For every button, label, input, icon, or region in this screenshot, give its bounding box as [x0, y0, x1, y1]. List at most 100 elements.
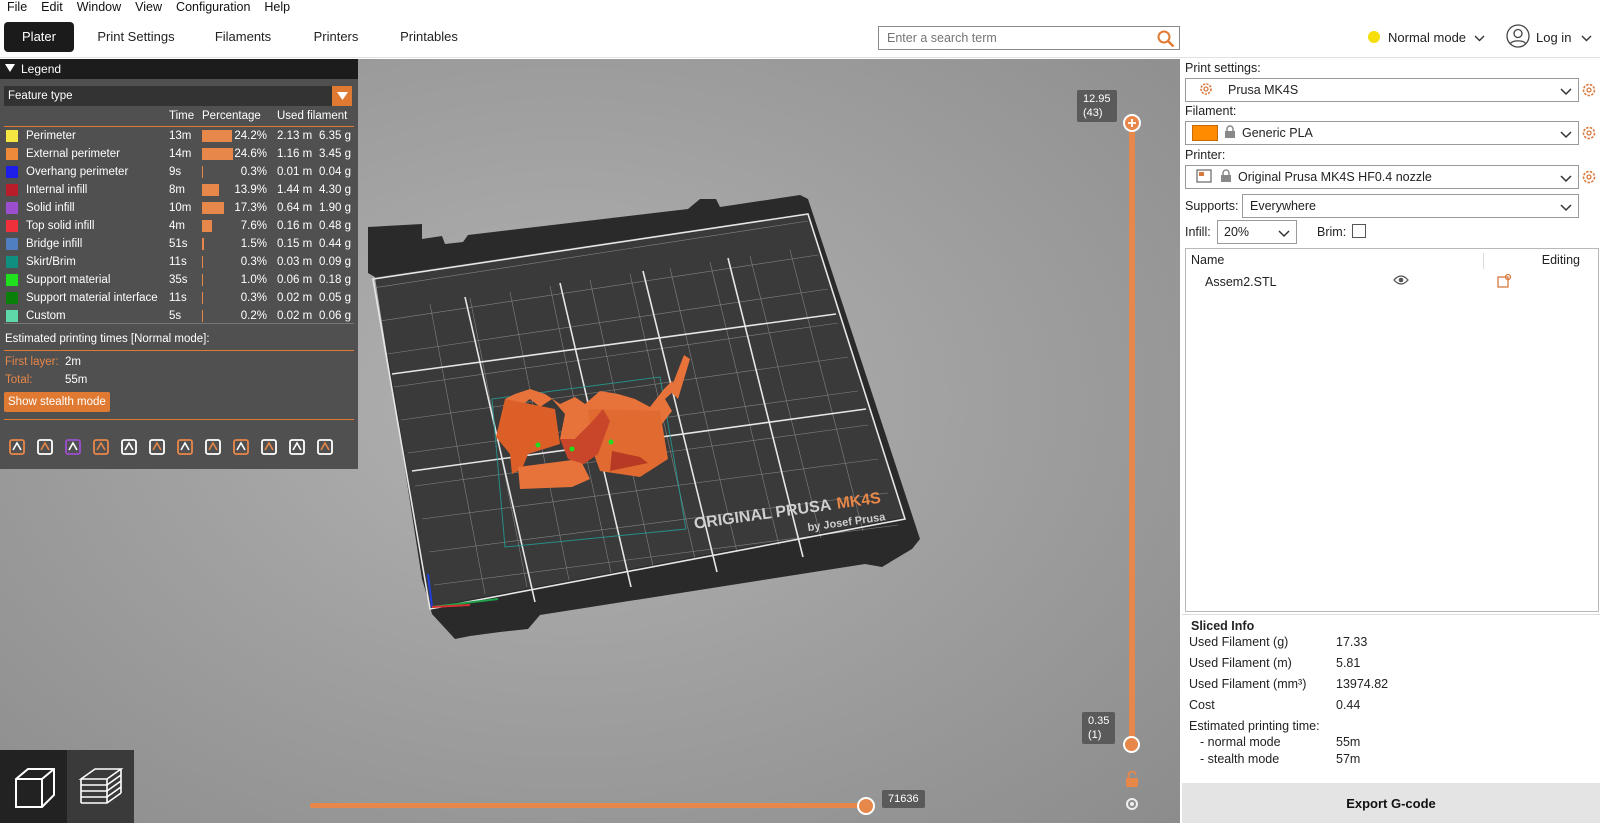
search-input[interactable]: [887, 31, 1147, 45]
legend-row[interactable]: External perimeter 14m 24.6% 1.16 m 3.45 g: [0, 146, 358, 164]
filament-label: Filament:: [1185, 104, 1237, 118]
tool-marker-icon[interactable]: [314, 436, 336, 458]
menu-configuration[interactable]: Configuration: [169, 0, 257, 15]
legend-percentage-bar: [202, 292, 203, 304]
legend-feature-name: Top solid infill: [26, 220, 95, 232]
total-value: 55m: [65, 374, 88, 386]
collapse-triangle-icon: [5, 62, 15, 76]
gear-icon[interactable]: [1581, 82, 1597, 98]
tab-printers[interactable]: Printers: [306, 22, 366, 52]
menu-file[interactable]: File: [0, 0, 34, 15]
mode-selector[interactable]: Normal mode: [1368, 24, 1485, 50]
tab-printables[interactable]: Printables: [394, 22, 464, 52]
legend-used-meters: 0.02 m: [277, 310, 313, 322]
pause-icon[interactable]: [146, 436, 168, 458]
divider: [4, 126, 354, 127]
legend-used-meters: 0.06 m: [277, 274, 313, 286]
filament-value: Generic PLA: [1242, 126, 1313, 140]
legend-percentage: 13.9%: [234, 184, 267, 196]
show-stealth-mode-button[interactable]: Show stealth mode: [4, 392, 110, 412]
chevron-down-icon: [1474, 30, 1485, 45]
search-box[interactable]: [878, 26, 1180, 50]
legend-feature-name: Perimeter: [26, 130, 76, 142]
supports-combo[interactable]: Everywhere: [1242, 194, 1579, 218]
stealth-mode-label: - stealth mode: [1200, 752, 1280, 766]
view-mode-buttons: [0, 750, 134, 823]
legend-row[interactable]: Support material interface 11s 0.3% 0.02 m 0…: [0, 290, 358, 308]
3d-view-icon[interactable]: [0, 750, 67, 823]
custom-gcode-icon[interactable]: [230, 436, 252, 458]
right-sidebar: Print settings: Prusa MK4S Filament: Gen…: [1182, 59, 1600, 823]
gear-icon[interactable]: [1581, 125, 1597, 141]
add-color-change-icon[interactable]: [1123, 114, 1141, 132]
legend-percentage-bar: [202, 310, 203, 322]
layer-slider-lower-thumb[interactable]: [1123, 736, 1140, 753]
infill-label: Infill:: [1185, 225, 1211, 239]
legend-row[interactable]: Internal infill 8m 13.9% 1.44 m 4.30 g: [0, 182, 358, 200]
menu-view[interactable]: View: [128, 0, 169, 15]
legend-row[interactable]: Bridge infill 51s 1.5% 0.15 m 0.44 g: [0, 236, 358, 254]
legend-color-swatch: [6, 310, 18, 322]
settings-cog-icon[interactable]: [1124, 796, 1140, 815]
retraction-icon[interactable]: [62, 436, 84, 458]
menu-help[interactable]: Help: [257, 0, 297, 15]
menu-window[interactable]: Window: [70, 0, 128, 15]
infill-combo[interactable]: 20%: [1217, 220, 1297, 244]
preview-layers-icon[interactable]: [67, 750, 134, 823]
sliced-info-value: 17.33: [1336, 635, 1368, 649]
export-gcode-button[interactable]: Export G-code: [1182, 783, 1600, 823]
center-of-gravity-icon[interactable]: [258, 436, 280, 458]
filament-color-swatch: [1192, 125, 1218, 141]
layer-slider[interactable]: [1129, 122, 1135, 742]
feature-type-value: Feature type: [8, 90, 73, 102]
legend-row[interactable]: Skirt/Brim 11s 0.3% 0.03 m 0.09 g: [0, 254, 358, 272]
object-list[interactable]: Name Editing Assem2.STL: [1185, 248, 1599, 612]
filament-combo[interactable]: Generic PLA: [1185, 121, 1579, 145]
color-change-icon[interactable]: [174, 436, 196, 458]
feature-type-select[interactable]: Feature type: [4, 86, 352, 106]
legend-row[interactable]: Perimeter 13m 24.2% 2.13 m 6.35 g: [0, 128, 358, 146]
shells-icon[interactable]: [286, 436, 308, 458]
legend-percentage-bar: [202, 202, 224, 214]
normal-mode-label: - normal mode: [1200, 735, 1281, 749]
legend-feature-name: Skirt/Brim: [26, 256, 76, 268]
gear-icon[interactable]: [1581, 169, 1597, 185]
move-slider[interactable]: [310, 803, 870, 808]
legend-percentage-bar: [202, 166, 203, 178]
legend-row[interactable]: Solid infill 10m 17.3% 0.64 m 1.90 g: [0, 200, 358, 218]
seam-icon[interactable]: [6, 436, 28, 458]
tab-filaments[interactable]: Filaments: [206, 22, 280, 52]
tab-print-settings[interactable]: Print Settings: [88, 22, 184, 52]
brim-label: Brim:: [1317, 225, 1347, 239]
legend-header[interactable]: Legend: [0, 59, 358, 79]
object-row[interactable]: Assem2.STL: [1186, 271, 1598, 293]
legend-percentage: 24.6%: [234, 148, 267, 160]
legend-toolbar: [0, 434, 358, 460]
lock-icon: [1220, 168, 1232, 186]
legend-percentage: 1.0%: [240, 274, 267, 286]
sliced-info-value: 5.81: [1336, 656, 1361, 670]
legend-panel: Legend Feature type Time Percentage Used…: [0, 59, 358, 469]
legend-used-grams: 0.06 g: [319, 310, 351, 322]
tab-plater[interactable]: Plater: [4, 22, 74, 52]
legend-percentage: 0.3%: [240, 292, 267, 304]
legend-row[interactable]: Overhang perimeter 9s 0.3% 0.01 m 0.04 g: [0, 164, 358, 182]
mode-label: Normal mode: [1388, 29, 1467, 45]
search-icon[interactable]: [1157, 30, 1175, 51]
tool-change-icon[interactable]: [34, 436, 56, 458]
menu-edit[interactable]: Edit: [34, 0, 70, 15]
wait-icon[interactable]: [202, 436, 224, 458]
menu-bar: File Edit Window View Configuration Help: [0, 0, 1600, 15]
move-slider-thumb[interactable]: [857, 797, 875, 815]
lock-icon[interactable]: [1124, 770, 1140, 791]
legend-row[interactable]: Top solid infill 4m 7.6% 0.16 m 0.48 g: [0, 218, 358, 236]
deretraction-icon[interactable]: [90, 436, 112, 458]
legend-row[interactable]: Support material 35s 1.0% 0.06 m 0.18 g: [0, 272, 358, 290]
login-button[interactable]: Log in: [1506, 22, 1592, 52]
edit-icon[interactable]: [1496, 273, 1512, 292]
wipe-icon[interactable]: [118, 436, 140, 458]
printer-combo[interactable]: Original Prusa MK4S HF0.4 nozzle: [1185, 165, 1579, 189]
eye-icon[interactable]: [1393, 274, 1409, 289]
brim-checkbox[interactable]: [1352, 224, 1366, 238]
print-settings-combo[interactable]: Prusa MK4S: [1185, 78, 1579, 102]
